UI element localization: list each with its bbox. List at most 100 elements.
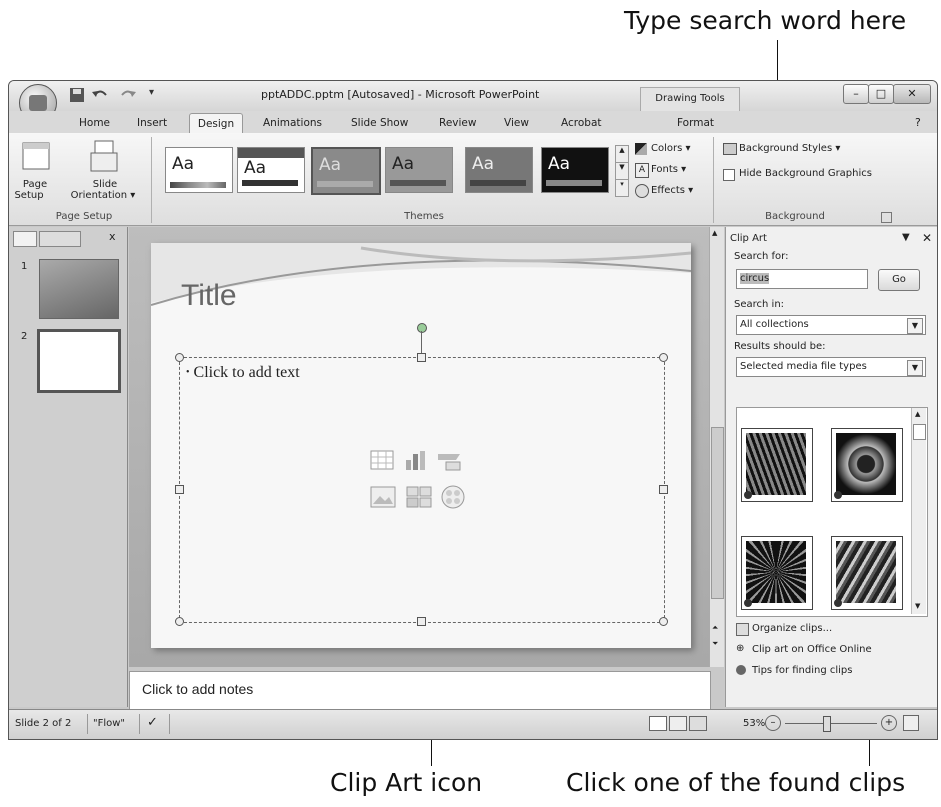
maximize-icon[interactable]: □ [868,84,894,104]
tab-home[interactable]: Home [79,113,110,133]
background-styles-button[interactable]: Background Styles ▾ [739,143,840,154]
resize-handle[interactable] [175,485,184,494]
zoom-in-icon[interactable]: + [881,715,897,731]
tab-view[interactable]: View [504,113,529,133]
slide-orientation-label-1[interactable]: Slide [87,179,123,190]
effects-button[interactable]: Effects ▾ [651,185,693,196]
results-scrollbar[interactable]: ▲ ▼ [911,408,926,614]
insert-clip-art-icon[interactable] [406,486,432,512]
theme-module[interactable]: Aa [465,147,533,193]
slide-sorter-icon[interactable] [669,716,687,731]
hide-background-label[interactable]: Hide Background Graphics [739,168,872,179]
theme-metro[interactable]: Aa [385,147,453,193]
customize-qat-icon[interactable]: ▾ [149,87,154,105]
chevron-down-icon[interactable]: ▼ [907,318,923,334]
status-bar: Slide 2 of 2 "Flow" ✓ 53% – + [9,709,937,739]
hide-background-checkbox[interactable] [723,169,735,181]
slide-thumbnail-1[interactable] [39,259,119,319]
zoom-out-icon[interactable]: – [765,715,781,731]
theme-apex[interactable]: Aa [237,147,305,193]
office-online-link[interactable]: Clip art on Office Online [752,644,872,655]
fit-to-window-icon[interactable] [903,715,919,731]
resize-handle[interactable] [659,353,668,362]
resize-handle[interactable] [417,353,426,362]
themes-scroll-down-icon[interactable]: ▼ [615,162,629,180]
insert-media-icon[interactable] [440,484,466,514]
results-type-select[interactable]: Selected media file types ▼ [736,357,926,377]
tab-animations[interactable]: Animations [263,113,322,133]
tab-acrobat[interactable]: Acrobat [561,113,602,133]
notes-pane[interactable]: Click to add notes [129,671,711,711]
tab-review[interactable]: Review [439,113,476,133]
chevron-down-icon[interactable]: ▼ [907,360,923,376]
previous-slide-icon[interactable]: ⏶ [712,623,718,633]
minimize-icon[interactable]: – [843,84,869,104]
scrollbar-thumb[interactable] [711,427,724,599]
search-in-select[interactable]: All collections ▼ [736,315,926,335]
insert-table-icon[interactable] [370,450,394,474]
clip-result[interactable] [831,428,903,502]
themes-scroll-up-icon[interactable]: ▲ [615,145,629,163]
fonts-button[interactable]: Fonts ▾ [651,164,686,175]
close-icon[interactable]: ✕ [893,84,931,104]
slide-orientation-icon[interactable] [89,139,119,177]
save-icon[interactable] [69,87,85,105]
help-icon[interactable]: ? [915,113,921,133]
slide-orientation-label-2[interactable]: Orientation ▾ [57,190,149,201]
insert-picture-icon[interactable] [370,486,396,512]
resize-handle[interactable] [659,617,668,626]
tab-slide-show[interactable]: Slide Show [351,113,408,133]
clip-result[interactable] [741,536,813,610]
insert-smartart-icon[interactable] [436,450,462,476]
scrollbar-thumb[interactable] [913,424,926,440]
zoom-level[interactable]: 53% [743,718,765,729]
task-pane-close-icon[interactable]: ✕ [922,231,932,245]
organize-clips-link[interactable]: Organize clips... [752,623,832,634]
slide-show-icon[interactable] [689,716,707,731]
scroll-up-icon[interactable]: ▲ [712,229,717,237]
slide-vertical-scrollbar[interactable]: ▲ ⏶ ⏷ [709,227,724,667]
page-setup-label-1[interactable]: Page [15,179,55,190]
rotation-handle[interactable] [417,323,427,333]
normal-view-icon[interactable] [649,716,667,731]
resize-handle[interactable] [417,617,426,626]
background-styles-icon [723,143,737,155]
slide-thumbnail-2[interactable] [37,329,121,393]
task-pane-title: Clip Art [730,233,767,244]
content-placeholder[interactable]: • Click to add text [179,357,665,623]
scroll-up-icon[interactable]: ▲ [915,410,920,418]
undo-icon[interactable] [91,87,109,105]
slide-title[interactable]: Title [181,279,237,313]
outline-tab[interactable] [39,231,81,247]
resize-handle[interactable] [659,485,668,494]
theme-office[interactable]: Aa [165,147,233,193]
page-setup-icon[interactable] [21,141,51,175]
themes-more-icon[interactable]: ▾ [615,179,629,197]
colors-button[interactable]: Colors ▾ [651,143,691,154]
resize-handle[interactable] [175,353,184,362]
dialog-launcher-icon[interactable] [881,212,892,223]
scroll-down-icon[interactable]: ▼ [915,602,920,610]
clip-result[interactable] [741,428,813,502]
page-setup-label-2[interactable]: Setup [9,190,49,201]
slides-pane-close-icon[interactable]: x [109,230,116,243]
tab-insert[interactable]: Insert [137,113,167,133]
search-input[interactable]: circus [736,269,868,289]
zoom-slider-track[interactable] [785,723,877,724]
resize-handle[interactable] [175,617,184,626]
insert-chart-icon[interactable] [404,450,428,476]
task-pane-options-icon[interactable]: ▼ [902,232,910,243]
theme-opulent[interactable]: Aa [541,147,609,193]
zoom-slider-thumb[interactable] [823,716,831,732]
clip-result[interactable] [831,536,903,610]
redo-icon[interactable] [119,87,137,105]
tips-link[interactable]: Tips for finding clips [752,665,852,676]
tab-design[interactable]: Design [189,113,243,134]
theme-flow[interactable]: Aa [311,147,381,195]
next-slide-icon[interactable]: ⏷ [712,639,718,649]
go-button[interactable]: Go [878,269,920,291]
slides-tab[interactable] [13,231,37,247]
bullet-text[interactable]: • Click to add text [186,364,300,382]
tab-format[interactable]: Format [677,113,714,133]
spelling-check-icon[interactable]: ✓ [147,715,158,730]
